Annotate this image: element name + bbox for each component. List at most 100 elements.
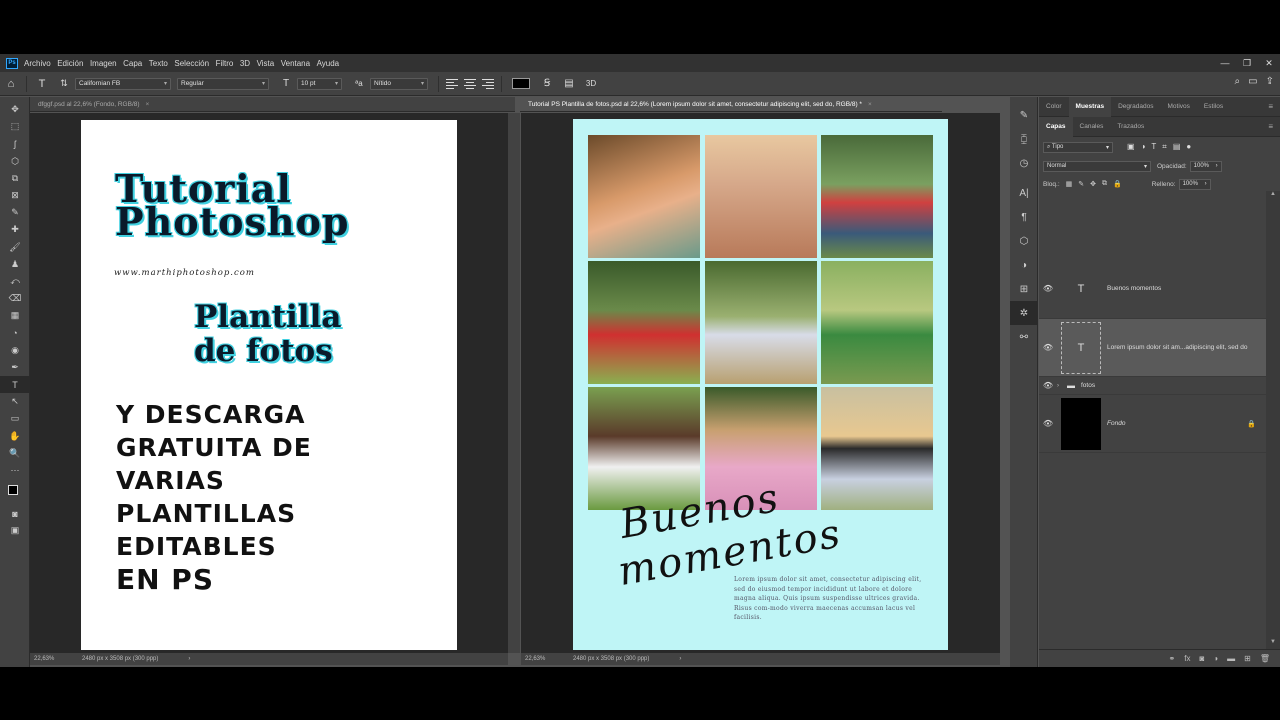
scroll-up-icon[interactable]: ▲	[1266, 191, 1280, 201]
tab-degradados[interactable]: Degradados	[1111, 97, 1160, 117]
libraries-icon[interactable]: ✲	[1010, 301, 1038, 325]
menu-filtro[interactable]: Filtro	[216, 59, 234, 68]
rectangle-tool-icon[interactable]: ▭	[0, 410, 30, 427]
more-tools-icon[interactable]: ⋯	[0, 462, 30, 479]
font-size-select[interactable]: 10 pt ▾	[297, 77, 342, 90]
fill-field[interactable]: 100% ›	[1178, 178, 1211, 190]
zoom-tool-icon[interactable]: 🔍	[0, 445, 30, 462]
move-tool-icon[interactable]: ✥	[0, 101, 30, 118]
lock-transparent-icon[interactable]: ▦	[1066, 180, 1073, 188]
menu-ayuda[interactable]: Ayuda	[317, 59, 340, 68]
chevron-right-icon[interactable]: ›	[1057, 383, 1067, 389]
menu-archivo[interactable]: Archivo	[24, 59, 51, 68]
color-swatches[interactable]	[0, 479, 29, 505]
history-icon[interactable]: ◷	[1010, 151, 1038, 175]
align-left-icon[interactable]	[446, 78, 458, 89]
type-filter-icon[interactable]: T	[1151, 142, 1156, 152]
home-icon[interactable]: ⌂	[4, 77, 18, 91]
crop-tool-icon[interactable]: ⧉	[0, 170, 30, 187]
lock-position-icon[interactable]: ✥	[1090, 180, 1096, 188]
minimize-icon[interactable]: —	[1214, 54, 1236, 72]
adjustments-icon[interactable]: ⧮	[1010, 127, 1038, 151]
shape-filter-icon[interactable]: ⌗	[1162, 142, 1167, 152]
adjustment-layer-icon[interactable]: ◑	[1010, 253, 1038, 277]
frame-tool-icon[interactable]: ⊠	[0, 187, 30, 204]
new-group-icon[interactable]: ▬	[1227, 654, 1235, 663]
eye-icon[interactable]: 👁	[1039, 419, 1057, 428]
tab-color[interactable]: Color	[1039, 97, 1069, 117]
doc-tab-tutorial-ps[interactable]: Tutorial PS Plantilla de fotos.psd al 22…	[520, 97, 942, 112]
close-icon[interactable]: ✕	[1258, 54, 1280, 72]
eye-icon[interactable]: 👁	[1039, 343, 1057, 352]
3d-panel-icon[interactable]: ⬡	[1010, 229, 1038, 253]
tab-capas[interactable]: Capas	[1039, 116, 1073, 137]
new-layer-icon[interactable]: ⊞	[1244, 654, 1251, 663]
history-brush-tool-icon[interactable]: ⤺	[0, 273, 30, 290]
text-color-swatch[interactable]	[512, 78, 530, 89]
smartobject-filter-icon[interactable]: ▤	[1173, 142, 1181, 152]
tab-trazados[interactable]: Trazados	[1110, 117, 1151, 137]
blend-mode-select[interactable]: Normal ▾	[1043, 160, 1151, 172]
menu-capa[interactable]: Capa	[123, 59, 142, 68]
quick-mask-icon[interactable]: ◙	[0, 505, 30, 522]
tab-canales[interactable]: Canales	[1073, 117, 1111, 137]
tab-muestras[interactable]: Muestras	[1068, 96, 1112, 117]
character-panel-icon[interactable]: ▤	[562, 77, 576, 91]
brush-settings-icon[interactable]: ✎	[1010, 103, 1038, 127]
search-icon[interactable]: ⌕	[1235, 76, 1241, 87]
clone-stamp-tool-icon[interactable]: ♟	[0, 256, 30, 273]
layers-scrollbar[interactable]: ▲ ▼	[1266, 191, 1280, 649]
antialias-select[interactable]: Nítido ▾	[370, 77, 428, 90]
restore-icon[interactable]: ❐	[1236, 54, 1258, 72]
panel-menu-icon[interactable]: ≡	[1261, 117, 1280, 137]
lock-pixels-icon[interactable]: ✎	[1078, 180, 1084, 188]
lasso-tool-icon[interactable]: ʃ	[0, 135, 30, 152]
character-icon[interactable]: A|	[1010, 181, 1038, 205]
align-right-icon[interactable]	[482, 78, 494, 89]
menu-vista[interactable]: Vista	[257, 59, 275, 68]
type-tool-icon[interactable]: T	[0, 376, 30, 394]
layer-lorem-ipsum[interactable]: 👁 T Lorem ipsum dolor sit am...adipiscin…	[1039, 319, 1266, 377]
pixel-filter-icon[interactable]: ▣	[1127, 142, 1135, 152]
adjustment-layer-icon[interactable]: ◑	[1213, 654, 1218, 663]
brush-tool-icon[interactable]: 🖌	[0, 239, 30, 256]
pen-tool-icon[interactable]: ✒	[0, 359, 30, 376]
lock-all-icon[interactable]: 🔒	[1113, 180, 1122, 188]
menu-edicion[interactable]: Edición	[57, 59, 83, 68]
toggle-text-orientation-icon[interactable]: ⇅	[57, 77, 71, 91]
opacity-field[interactable]: 100% ›	[1189, 160, 1222, 172]
dodge-tool-icon[interactable]: ◉	[0, 342, 30, 359]
chevron-right-icon[interactable]: ›	[188, 656, 190, 662]
close-icon[interactable]: ×	[146, 101, 150, 108]
workspace-icon[interactable]: ▭	[1248, 76, 1257, 87]
warp-text-icon[interactable]: Ꞩ	[540, 77, 554, 91]
marquee-tool-icon[interactable]: ⬚	[0, 118, 30, 135]
3d-icon[interactable]: 3D	[584, 77, 598, 91]
font-style-select[interactable]: Regular ▾	[177, 77, 269, 90]
zoom-level[interactable]: 22,63%	[30, 656, 82, 662]
add-mask-icon[interactable]: ◙	[1199, 654, 1204, 663]
filter-kind-select[interactable]: ⌕ Tipo ▾	[1043, 141, 1113, 153]
adjustment-filter-icon[interactable]: ◑	[1141, 142, 1146, 152]
blur-tool-icon[interactable]: ◔	[0, 324, 30, 341]
eraser-tool-icon[interactable]: ⌫	[0, 290, 30, 307]
paths-icon[interactable]: ⚯	[1010, 325, 1038, 349]
fx-icon[interactable]: fx	[1184, 654, 1190, 663]
foreground-color-swatch[interactable]	[8, 485, 18, 496]
layer-fondo[interactable]: 👁 Fondo 🔒	[1039, 395, 1266, 453]
path-selection-tool-icon[interactable]: ↖	[0, 393, 30, 410]
align-center-icon[interactable]	[464, 78, 476, 89]
doc-tab-dfggf[interactable]: dfggf.psd al 22,6% (Fondo, RGB/8) ×	[30, 97, 515, 112]
tab-estilos[interactable]: Estilos	[1197, 97, 1230, 117]
menu-seleccion[interactable]: Selección	[174, 59, 209, 68]
menu-ventana[interactable]: Ventana	[281, 59, 310, 68]
close-icon[interactable]: ×	[868, 101, 872, 108]
menu-texto[interactable]: Texto	[149, 59, 168, 68]
eye-icon[interactable]: 👁	[1039, 381, 1057, 390]
layer-buenos-momentos[interactable]: 👁 T Buenos momentos	[1039, 259, 1266, 319]
font-family-select[interactable]: Californian FB ▾	[75, 77, 171, 90]
screen-mode-icon[interactable]: ▣	[0, 522, 30, 539]
paragraph-icon[interactable]: ¶	[1010, 205, 1038, 229]
layer-group-fotos[interactable]: 👁 › ▬ fotos	[1039, 377, 1266, 395]
zoom-level[interactable]: 22,63%	[521, 656, 573, 662]
